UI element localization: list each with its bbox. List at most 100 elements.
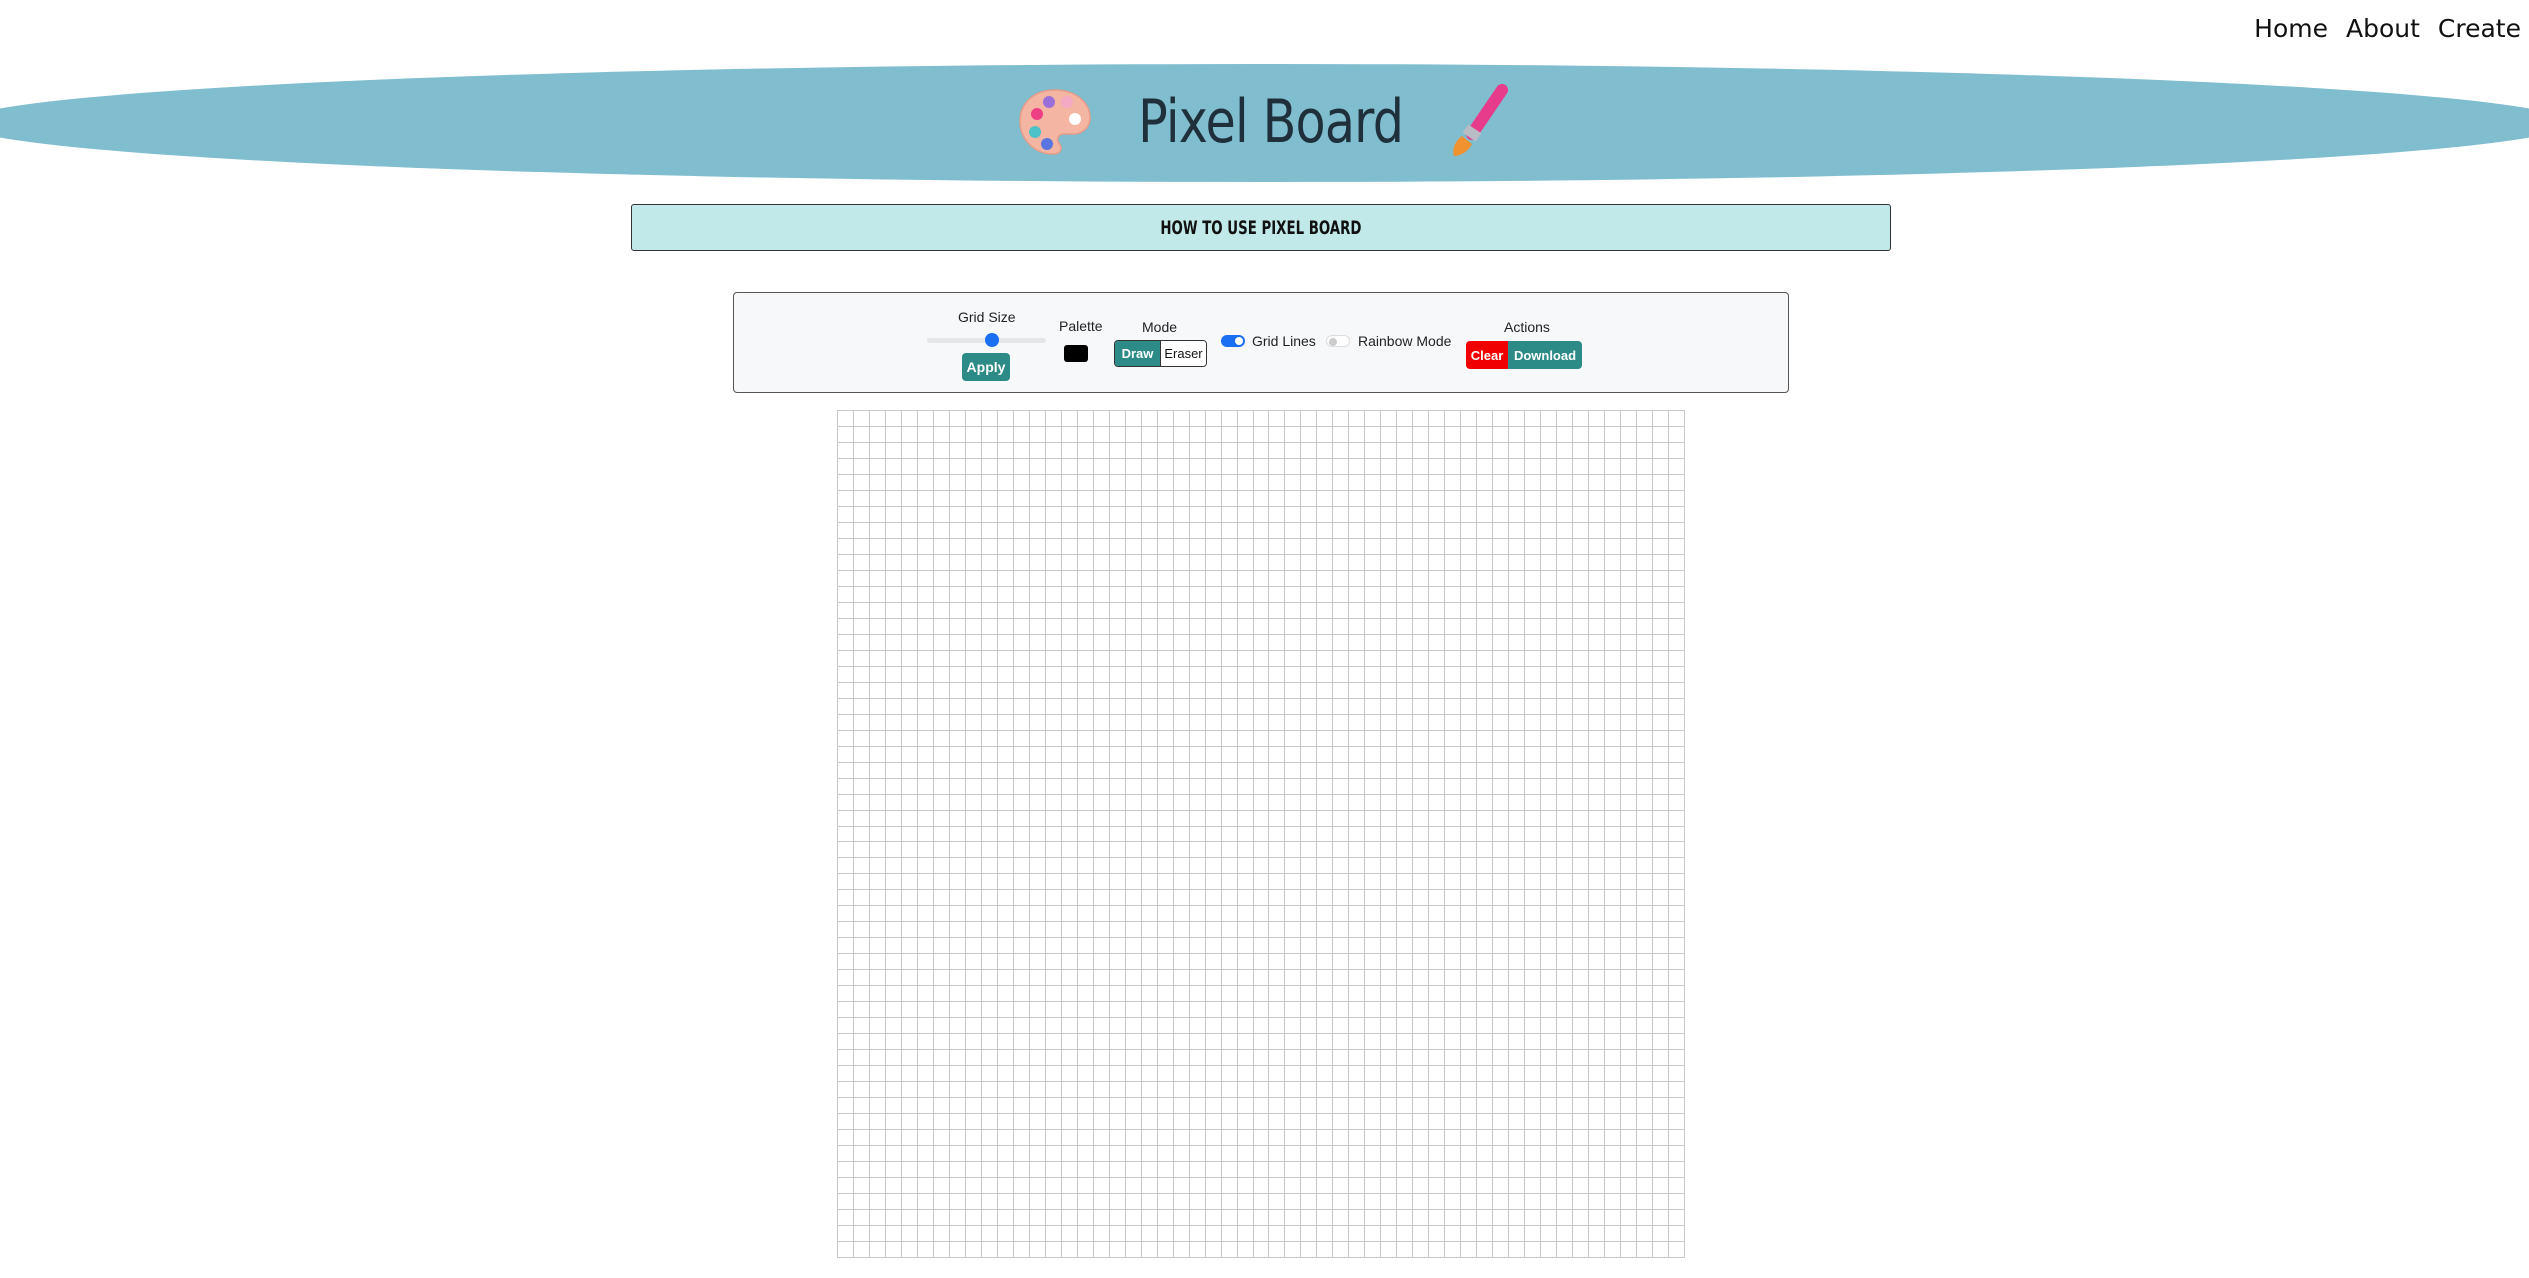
- pixel-cell[interactable]: [949, 1226, 966, 1243]
- pixel-cell[interactable]: [1461, 602, 1478, 619]
- pixel-cell[interactable]: [917, 458, 934, 475]
- pixel-cell[interactable]: [1381, 890, 1398, 907]
- pixel-cell[interactable]: [1541, 986, 1558, 1003]
- pixel-cell[interactable]: [1013, 906, 1030, 923]
- pixel-cell[interactable]: [1557, 666, 1574, 683]
- pixel-cell[interactable]: [853, 762, 870, 779]
- pixel-cell[interactable]: [1029, 778, 1046, 795]
- pixel-cell[interactable]: [1589, 938, 1606, 955]
- pixel-cell[interactable]: [853, 426, 870, 443]
- pixel-cell[interactable]: [1541, 682, 1558, 699]
- pixel-cell[interactable]: [1461, 746, 1478, 763]
- pixel-cell[interactable]: [949, 1162, 966, 1179]
- pixel-cell[interactable]: [1141, 1242, 1158, 1258]
- pixel-cell[interactable]: [1477, 746, 1494, 763]
- pixel-cell[interactable]: [1173, 1178, 1190, 1195]
- pixel-cell[interactable]: [1413, 506, 1430, 523]
- pixel-cell[interactable]: [1637, 1114, 1654, 1131]
- pixel-cell[interactable]: [1221, 1114, 1238, 1131]
- pixel-cell[interactable]: [853, 1114, 870, 1131]
- pixel-cell[interactable]: [1669, 938, 1685, 955]
- pixel-cell[interactable]: [1621, 890, 1638, 907]
- pixel-cell[interactable]: [1205, 858, 1222, 875]
- pixel-cell[interactable]: [901, 1002, 918, 1019]
- pixel-cell[interactable]: [1477, 1114, 1494, 1131]
- pixel-cell[interactable]: [1477, 442, 1494, 459]
- pixel-cell[interactable]: [1429, 538, 1446, 555]
- pixel-cell[interactable]: [1573, 1210, 1590, 1227]
- pixel-cell[interactable]: [1333, 522, 1350, 539]
- pixel-cell[interactable]: [1301, 1242, 1318, 1258]
- pixel-cell[interactable]: [1445, 1114, 1462, 1131]
- pixel-cell[interactable]: [965, 890, 982, 907]
- pixel-cell[interactable]: [1061, 1162, 1078, 1179]
- pixel-cell[interactable]: [1397, 650, 1414, 667]
- pixel-cell[interactable]: [1637, 890, 1654, 907]
- pixel-cell[interactable]: [1509, 1066, 1526, 1083]
- pixel-cell[interactable]: [1397, 1178, 1414, 1195]
- draw-mode-button[interactable]: Draw: [1115, 341, 1160, 366]
- pixel-cell[interactable]: [1653, 650, 1670, 667]
- pixel-cell[interactable]: [1285, 954, 1302, 971]
- pixel-cell[interactable]: [1157, 1082, 1174, 1099]
- pixel-cell[interactable]: [1637, 730, 1654, 747]
- pixel-cell[interactable]: [1493, 442, 1510, 459]
- pixel-cell[interactable]: [853, 1034, 870, 1051]
- pixel-cell[interactable]: [1429, 730, 1446, 747]
- pixel-cell[interactable]: [1509, 778, 1526, 795]
- pixel-cell[interactable]: [1269, 1066, 1286, 1083]
- pixel-cell[interactable]: [1557, 970, 1574, 987]
- pixel-cell[interactable]: [1573, 554, 1590, 571]
- pixel-cell[interactable]: [1221, 810, 1238, 827]
- pixel-cell[interactable]: [1269, 634, 1286, 651]
- pixel-cell[interactable]: [1621, 1146, 1638, 1163]
- pixel-cell[interactable]: [869, 1066, 886, 1083]
- pixel-cell[interactable]: [1269, 714, 1286, 731]
- pixel-cell[interactable]: [1541, 650, 1558, 667]
- pixel-cell[interactable]: [1445, 411, 1462, 427]
- pixel-cell[interactable]: [917, 1226, 934, 1243]
- pixel-cell[interactable]: [933, 938, 950, 955]
- pixel-cell[interactable]: [1637, 1178, 1654, 1195]
- pixel-cell[interactable]: [885, 458, 902, 475]
- pixel-cell[interactable]: [1237, 650, 1254, 667]
- pixel-cell[interactable]: [1493, 458, 1510, 475]
- pixel-cell[interactable]: [1509, 1034, 1526, 1051]
- pixel-cell[interactable]: [1237, 1018, 1254, 1035]
- pixel-cell[interactable]: [1669, 411, 1685, 427]
- pixel-cell[interactable]: [981, 714, 998, 731]
- pixel-cell[interactable]: [1237, 586, 1254, 603]
- pixel-cell[interactable]: [1525, 538, 1542, 555]
- pixel-cell[interactable]: [1221, 1210, 1238, 1227]
- pixel-cell[interactable]: [1045, 922, 1062, 939]
- pixel-cell[interactable]: [853, 778, 870, 795]
- pixel-cell[interactable]: [853, 554, 870, 571]
- pixel-cell[interactable]: [838, 1242, 854, 1258]
- pixel-cell[interactable]: [1541, 602, 1558, 619]
- pixel-cell[interactable]: [1301, 826, 1318, 843]
- pixel-cell[interactable]: [1669, 874, 1685, 891]
- pixel-cell[interactable]: [1045, 906, 1062, 923]
- pixel-cell[interactable]: [1653, 1066, 1670, 1083]
- pixel-cell[interactable]: [1589, 1130, 1606, 1147]
- pixel-cell[interactable]: [869, 602, 886, 619]
- pixel-cell[interactable]: [1301, 411, 1318, 427]
- pixel-cell[interactable]: [1349, 954, 1366, 971]
- pixel-cell[interactable]: [1605, 778, 1622, 795]
- pixel-cell[interactable]: [1221, 650, 1238, 667]
- pixel-cell[interactable]: [965, 682, 982, 699]
- pixel-cell[interactable]: [1621, 426, 1638, 443]
- pixel-cell[interactable]: [1493, 506, 1510, 523]
- pixel-cell[interactable]: [965, 986, 982, 1003]
- pixel-cell[interactable]: [997, 522, 1014, 539]
- pixel-cell[interactable]: [853, 954, 870, 971]
- pixel-cell[interactable]: [1445, 874, 1462, 891]
- pixel-cell[interactable]: [1333, 538, 1350, 555]
- pixel-cell[interactable]: [1109, 858, 1126, 875]
- pixel-cell[interactable]: [901, 411, 918, 427]
- pixel-cell[interactable]: [1605, 906, 1622, 923]
- pixel-cell[interactable]: [1109, 1242, 1126, 1258]
- pixel-cell[interactable]: [1125, 890, 1142, 907]
- pixel-cell[interactable]: [1237, 810, 1254, 827]
- pixel-cell[interactable]: [1333, 586, 1350, 603]
